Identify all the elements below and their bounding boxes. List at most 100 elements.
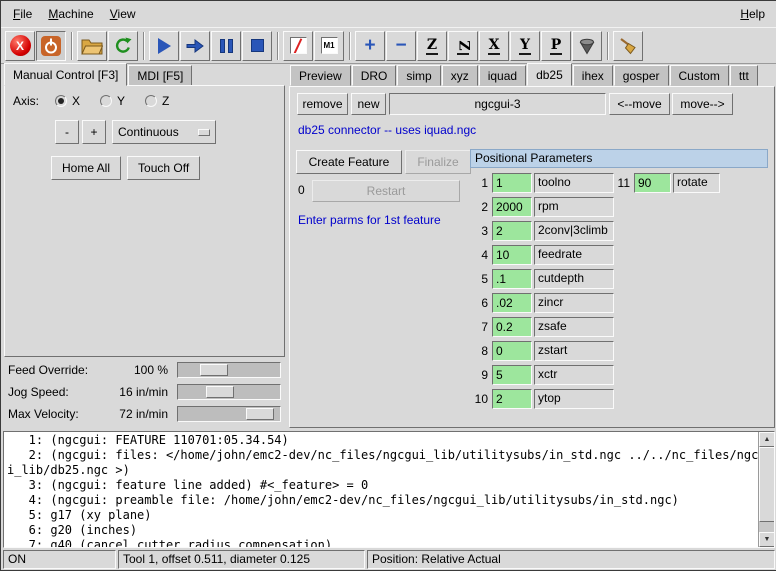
open-file-button[interactable] bbox=[77, 31, 107, 61]
max-velocity-row: Max Velocity: 72 in/min bbox=[4, 403, 285, 425]
param-name: feedrate bbox=[534, 245, 614, 265]
block-delete-icon bbox=[290, 37, 307, 54]
machine-power-button[interactable] bbox=[36, 31, 66, 61]
param-number: 4 bbox=[470, 248, 488, 262]
param-value-input[interactable] bbox=[492, 197, 532, 217]
block-delete-button[interactable] bbox=[283, 31, 313, 61]
move-tab-left-button[interactable]: <--move bbox=[609, 93, 670, 115]
rotate-view-button[interactable] bbox=[572, 31, 602, 61]
view-front-button[interactable]: Y bbox=[510, 31, 540, 61]
zoom-out-button[interactable] bbox=[386, 31, 416, 61]
param-value-input[interactable] bbox=[492, 389, 532, 409]
param-value-input[interactable] bbox=[492, 317, 532, 337]
gcode-output-area[interactable]: 1: (ngcgui: FEATURE 110701:05.34.54) 2: … bbox=[3, 431, 775, 548]
reload-file-button[interactable] bbox=[108, 31, 138, 61]
output-scrollbar[interactable] bbox=[758, 432, 774, 547]
slider-thumb[interactable] bbox=[200, 364, 228, 376]
view-front-icon: Y bbox=[519, 37, 531, 55]
param-value-input[interactable] bbox=[492, 269, 532, 289]
power-icon bbox=[41, 36, 61, 56]
toolbar-separator bbox=[349, 32, 351, 60]
tab-mdi[interactable]: MDI [F5] bbox=[128, 65, 192, 86]
view-side-icon: X bbox=[488, 37, 501, 55]
scroll-down-arrow-icon[interactable] bbox=[759, 532, 775, 547]
program-run-button[interactable] bbox=[149, 31, 179, 61]
menu-help[interactable]: Help bbox=[732, 3, 773, 25]
clear-plot-button[interactable] bbox=[613, 31, 643, 61]
zoom-in-icon bbox=[364, 36, 375, 55]
tab-ttt[interactable]: ttt bbox=[730, 65, 758, 86]
tab-manual-control[interactable]: Manual Control [F3] bbox=[4, 63, 127, 86]
tab-custom[interactable]: Custom bbox=[670, 65, 729, 86]
new-tab-button[interactable]: new bbox=[351, 93, 386, 115]
view-top-button[interactable]: Z bbox=[417, 31, 447, 61]
scrollbar-thumb[interactable] bbox=[759, 447, 775, 522]
max-velocity-slider[interactable] bbox=[177, 406, 281, 422]
slider-thumb[interactable] bbox=[246, 408, 274, 420]
touch-off-button[interactable]: Touch Off bbox=[127, 156, 200, 180]
slider-thumb[interactable] bbox=[206, 386, 234, 398]
jog-row: - + Continuous bbox=[55, 120, 276, 144]
scroll-up-arrow-icon[interactable] bbox=[759, 432, 775, 447]
param-value-input[interactable] bbox=[492, 365, 532, 385]
remove-tab-button[interactable]: remove bbox=[297, 93, 348, 115]
param-row: 2 rpm bbox=[470, 197, 620, 217]
param-value-input[interactable] bbox=[492, 245, 532, 265]
toolbar-separator bbox=[607, 32, 609, 60]
feed-override-slider[interactable] bbox=[177, 362, 281, 378]
param-value-input[interactable] bbox=[492, 341, 532, 361]
menu-file[interactable]: File bbox=[5, 3, 40, 25]
jog-increment-select[interactable]: Continuous bbox=[112, 120, 216, 144]
move-tab-right-button[interactable]: move--> bbox=[672, 93, 733, 115]
tab-iquad[interactable]: iquad bbox=[479, 65, 526, 86]
axis-radio-y[interactable]: Y bbox=[100, 94, 125, 108]
tab-db25[interactable]: db25 bbox=[527, 63, 572, 86]
axis-radio-z[interactable]: Z bbox=[145, 94, 169, 108]
program-step-button[interactable] bbox=[180, 31, 210, 61]
restart-button[interactable]: Restart bbox=[312, 180, 460, 202]
param-row: 9 xctr bbox=[470, 365, 620, 385]
jog-minus-button[interactable]: - bbox=[55, 120, 79, 144]
param-name: zstart bbox=[534, 341, 614, 361]
zoom-in-button[interactable] bbox=[355, 31, 385, 61]
view-rotated-top-button[interactable]: Z bbox=[448, 31, 478, 61]
param-value-input[interactable] bbox=[492, 221, 532, 241]
pause-icon bbox=[220, 39, 233, 53]
param-row: 4 feedrate bbox=[470, 245, 620, 265]
jog-speed-slider[interactable] bbox=[177, 384, 281, 400]
tab-preview[interactable]: Preview bbox=[290, 65, 351, 86]
program-stop-button[interactable] bbox=[242, 31, 272, 61]
home-all-button[interactable]: Home All bbox=[51, 156, 121, 180]
param-value-input[interactable] bbox=[492, 173, 532, 193]
param-row: 7 zsafe bbox=[470, 317, 620, 337]
tab-simp[interactable]: simp bbox=[397, 65, 440, 86]
finalize-button[interactable]: Finalize bbox=[405, 150, 471, 174]
view-perspective-button[interactable]: P bbox=[541, 31, 571, 61]
max-velocity-value: 72 in/min bbox=[119, 407, 177, 421]
menu-machine[interactable]: Machine bbox=[40, 3, 101, 25]
reload-icon bbox=[113, 36, 133, 56]
tab-gosper[interactable]: gosper bbox=[614, 65, 669, 86]
menu-view[interactable]: View bbox=[102, 3, 144, 25]
optional-stop-button[interactable]: M1 bbox=[314, 31, 344, 61]
axis-y-label: Y bbox=[117, 94, 125, 108]
tab-ihex[interactable]: ihex bbox=[573, 65, 613, 86]
dropdown-indicator-icon bbox=[198, 129, 210, 136]
estop-icon: X bbox=[10, 35, 31, 56]
param-name: zsafe bbox=[534, 317, 614, 337]
tab-name-input[interactable] bbox=[389, 93, 606, 115]
param-row: 11 rotate bbox=[612, 173, 742, 193]
axis-radio-x[interactable]: X bbox=[55, 94, 80, 108]
left-notebook-tabs: Manual Control [F3] MDI [F5] bbox=[4, 65, 193, 86]
view-side-button[interactable]: X bbox=[479, 31, 509, 61]
program-pause-button[interactable] bbox=[211, 31, 241, 61]
jog-speed-value: 16 in/min bbox=[119, 385, 177, 399]
jog-plus-button[interactable]: + bbox=[82, 120, 106, 144]
param-value-input[interactable] bbox=[492, 293, 532, 313]
tab-xyz[interactable]: xyz bbox=[442, 65, 478, 86]
tab-dro[interactable]: DRO bbox=[352, 65, 397, 86]
estop-button[interactable]: X bbox=[5, 31, 35, 61]
create-feature-button[interactable]: Create Feature bbox=[296, 150, 402, 174]
view-perspective-icon: P bbox=[550, 37, 563, 55]
param-value-input[interactable] bbox=[634, 173, 671, 193]
